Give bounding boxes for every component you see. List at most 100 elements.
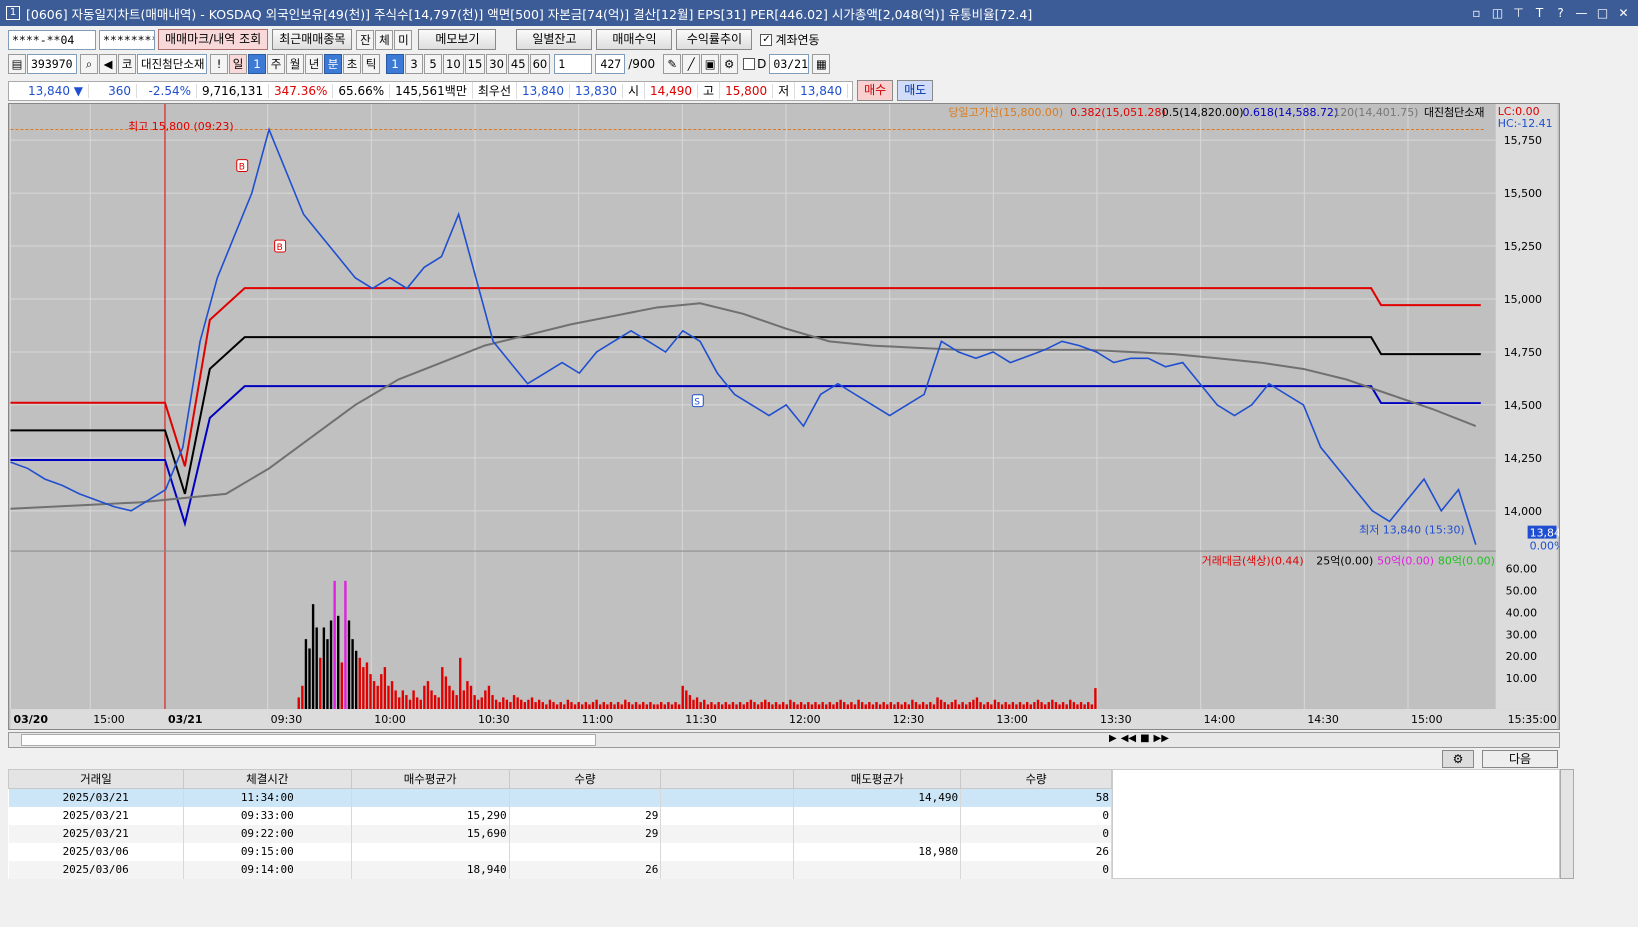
sound-icon[interactable]: ◀ — [99, 54, 117, 74]
minute-3[interactable]: 3 — [405, 54, 423, 74]
col-buy-avg[interactable]: 매수평균가 — [350, 769, 510, 789]
layout-icon[interactable]: ▤ — [8, 54, 26, 74]
table-row[interactable]: 2025/03/21 09:22:00 15,690 29 0 — [8, 824, 1112, 843]
minute-1[interactable]: 1 — [386, 54, 404, 74]
play-icon[interactable]: ▶ — [1109, 733, 1117, 747]
volume-bar — [821, 702, 824, 710]
alert-button[interactable]: ! — [210, 54, 228, 74]
font-icon[interactable]: T — [1531, 5, 1548, 21]
volume-bar — [796, 704, 799, 710]
count-field[interactable]: 427 — [595, 54, 626, 74]
col-buy-qty[interactable]: 수량 — [508, 769, 662, 789]
col-exec-time[interactable]: 체결시간 — [182, 769, 352, 789]
save-icon[interactable]: ▣ — [701, 54, 720, 74]
volume-bar — [466, 681, 469, 710]
line-tool-icon[interactable]: ╱ — [682, 54, 701, 74]
sell-button[interactable]: 매도 — [897, 80, 934, 101]
table-row[interactable]: 2025/03/21 11:34:00 14,490 58 — [8, 788, 1112, 807]
minute-60[interactable]: 60 — [529, 54, 551, 74]
minute-5[interactable]: 5 — [424, 54, 442, 74]
cell-date: 2025/03/21 — [8, 824, 184, 843]
col-sell-avg[interactable]: 매도평균가 — [793, 769, 962, 789]
date-checkbox[interactable] — [743, 58, 756, 70]
daily-balance-button[interactable]: 일별잔고 — [516, 29, 593, 50]
recent-trades-button[interactable]: 최근매매종목 — [272, 29, 353, 50]
close-icon[interactable]: ✕ — [1615, 5, 1632, 21]
market-prefix: 코 — [118, 54, 136, 74]
period-minute[interactable]: 분 — [324, 54, 342, 74]
buy-button[interactable]: 매수 — [857, 80, 894, 101]
grid-settings-icon[interactable]: ⚙ — [1442, 750, 1474, 768]
period-day[interactable]: 일 — [229, 54, 247, 74]
time-tick-label: 03/20 — [13, 713, 48, 726]
profit-trend-button[interactable]: 수익률추이 — [676, 29, 753, 50]
unfilled-button[interactable]: 미 — [394, 29, 413, 50]
minute-10[interactable]: 10 — [443, 54, 464, 74]
volume-bar — [735, 704, 738, 710]
minute-30[interactable]: 30 — [486, 54, 507, 74]
settings-icon[interactable]: ⚙ — [720, 54, 739, 74]
pin-icon[interactable]: ⊤ — [1510, 5, 1527, 21]
table-row[interactable]: 2025/03/21 09:33:00 15,290 29 0 — [8, 806, 1112, 825]
help-icon[interactable]: ? — [1552, 5, 1569, 21]
marker-label: S — [694, 398, 700, 408]
calendar-icon[interactable]: ▦ — [812, 54, 831, 74]
table-row[interactable]: 2025/03/06 09:14:00 18,940 26 0 — [8, 860, 1112, 879]
period-year[interactable]: 년 — [305, 54, 323, 74]
filled-button[interactable]: 체 — [375, 29, 394, 50]
volume-bar — [706, 704, 710, 710]
scroll-thumb[interactable] — [21, 734, 596, 746]
date-field[interactable]: 03/21 — [769, 54, 810, 74]
rewind-icon[interactable]: ◀◀ — [1121, 733, 1136, 747]
maximize-icon[interactable]: □ — [1594, 5, 1611, 21]
volume-bar — [1054, 702, 1058, 710]
period-week[interactable]: 주 — [267, 54, 285, 74]
period-second[interactable]: 초 — [343, 54, 361, 74]
legend-high-line: 당일고가선(15,800.00) — [948, 105, 1063, 119]
period-tick[interactable]: 틱 — [362, 54, 380, 74]
cell-date: 2025/03/06 — [8, 842, 184, 861]
forward-icon[interactable]: ▶▶ — [1154, 733, 1169, 747]
account-select[interactable]: ****-**04 — [8, 29, 96, 50]
price-chart[interactable]: B B S 15,750 15,500 15,250 15,000 14,750 14,500… — [8, 103, 1560, 730]
chart-scrollbar[interactable]: ▶ ◀◀ ■ ▶▶ — [8, 732, 1560, 748]
volume-bar — [322, 627, 326, 710]
period-day-count[interactable]: 1 — [248, 54, 266, 74]
interval-select[interactable]: 1 — [554, 54, 593, 74]
memo-button[interactable]: 메모보기 — [418, 29, 497, 50]
volume-bar — [886, 704, 889, 710]
minute-15[interactable]: 15 — [464, 54, 486, 74]
table-row[interactable]: 2025/03/06 09:15:00 18,980 26 — [8, 842, 1112, 861]
volume-bar — [563, 704, 566, 710]
password-field[interactable]: ******** — [99, 29, 155, 50]
account-link-checkbox[interactable]: ✓ — [760, 33, 773, 46]
tools-icon[interactable]: ✎ — [663, 54, 682, 74]
tile-icon[interactable]: ◫ — [1489, 5, 1506, 21]
table-scrollbar[interactable] — [1560, 769, 1574, 879]
period-month[interactable]: 월 — [286, 54, 304, 74]
minimize-icon[interactable]: — — [1573, 5, 1590, 21]
restore-icon[interactable]: ▫ — [1468, 5, 1485, 21]
trade-profit-button[interactable]: 매매수익 — [596, 29, 673, 50]
stop-icon[interactable]: ■ — [1140, 733, 1149, 747]
quote-strip: 13,840 ▼ 360 -2.54% 9,716,131 347.36% 65… — [8, 80, 854, 101]
volume-bar — [412, 690, 415, 710]
volume-bar — [545, 704, 548, 710]
last-pct-tag: 0.00% — [1530, 540, 1560, 553]
cell-sell-qty: 0 — [960, 824, 1112, 843]
volume-bar — [1065, 704, 1068, 710]
trade-mark-query-button[interactable]: 매매마크/내역 조회 — [158, 29, 269, 50]
price-tick-label: 14,500 — [1504, 399, 1542, 412]
volume-bar — [1079, 702, 1083, 710]
search-icon[interactable]: ⌕ — [80, 54, 98, 74]
volume-bar — [688, 695, 692, 710]
col-sell-qty[interactable]: 수량 — [960, 769, 1112, 789]
next-page-button[interactable]: 다음 — [1482, 750, 1558, 768]
balance-button[interactable]: 잔 — [356, 29, 375, 50]
minute-45[interactable]: 45 — [507, 54, 529, 74]
cell-sell-qty: 0 — [960, 806, 1112, 825]
volume-bar — [362, 667, 365, 710]
cell-sell-avg — [793, 824, 962, 843]
col-trade-date[interactable]: 거래일 — [8, 769, 184, 789]
stock-code-field[interactable]: 393970 — [27, 54, 77, 74]
